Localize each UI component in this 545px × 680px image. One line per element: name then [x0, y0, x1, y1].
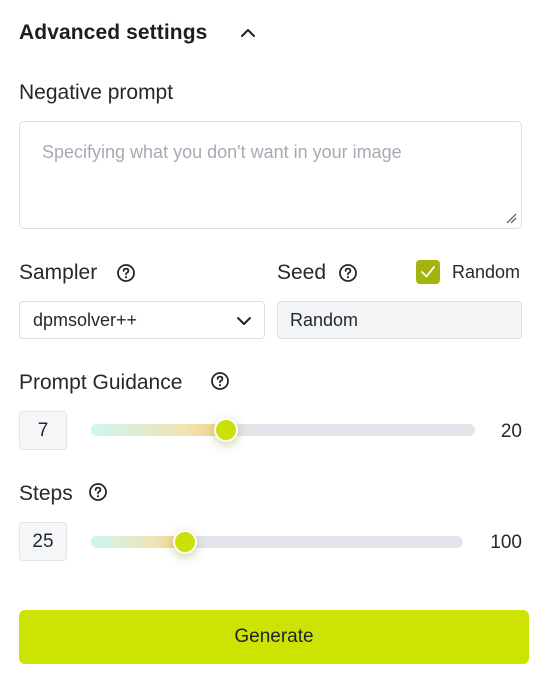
advanced-settings-header[interactable]: Advanced settings [19, 18, 255, 48]
steps-slider-fill [91, 536, 185, 548]
steps-max-label: 100 [490, 532, 522, 553]
advanced-settings-title: Advanced settings [19, 21, 208, 44]
prompt-guidance-slider-thumb[interactable] [214, 418, 238, 442]
steps-slider-thumb[interactable] [173, 530, 197, 554]
seed-label: Seed [277, 261, 327, 284]
chevron-down-icon [236, 313, 252, 329]
sampler-selected-value: dpmsolver++ [33, 309, 138, 330]
seed-input[interactable]: Random [277, 301, 522, 339]
sampler-select[interactable]: dpmsolver++ [19, 301, 265, 339]
negative-prompt-label: Negative prompt [19, 81, 174, 104]
sampler-help-icon[interactable] [116, 263, 136, 283]
prompt-guidance-slider-fill [91, 424, 226, 436]
steps-help-icon[interactable] [88, 482, 108, 502]
prompt-guidance-max-label: 20 [500, 421, 522, 442]
steps-value-input[interactable]: 25 [19, 522, 67, 561]
prompt-guidance-slider-track[interactable] [91, 424, 475, 436]
random-seed-checkbox[interactable] [416, 260, 440, 284]
chevron-up-icon[interactable] [238, 23, 258, 43]
generate-button[interactable]: Generate [19, 610, 529, 664]
seed-value: Random [290, 309, 359, 330]
prompt-guidance-label: Prompt Guidance [19, 371, 183, 394]
negative-prompt-input[interactable] [19, 121, 522, 229]
random-checkbox-label[interactable]: Random [452, 260, 520, 284]
seed-help-icon[interactable] [338, 263, 358, 283]
steps-label: Steps [19, 482, 73, 505]
prompt-guidance-value-input[interactable]: 7 [19, 411, 67, 450]
sampler-label: Sampler [19, 261, 98, 284]
prompt-guidance-help-icon[interactable] [210, 371, 230, 391]
steps-slider-track[interactable] [91, 536, 463, 548]
checkmark-icon [421, 266, 435, 278]
